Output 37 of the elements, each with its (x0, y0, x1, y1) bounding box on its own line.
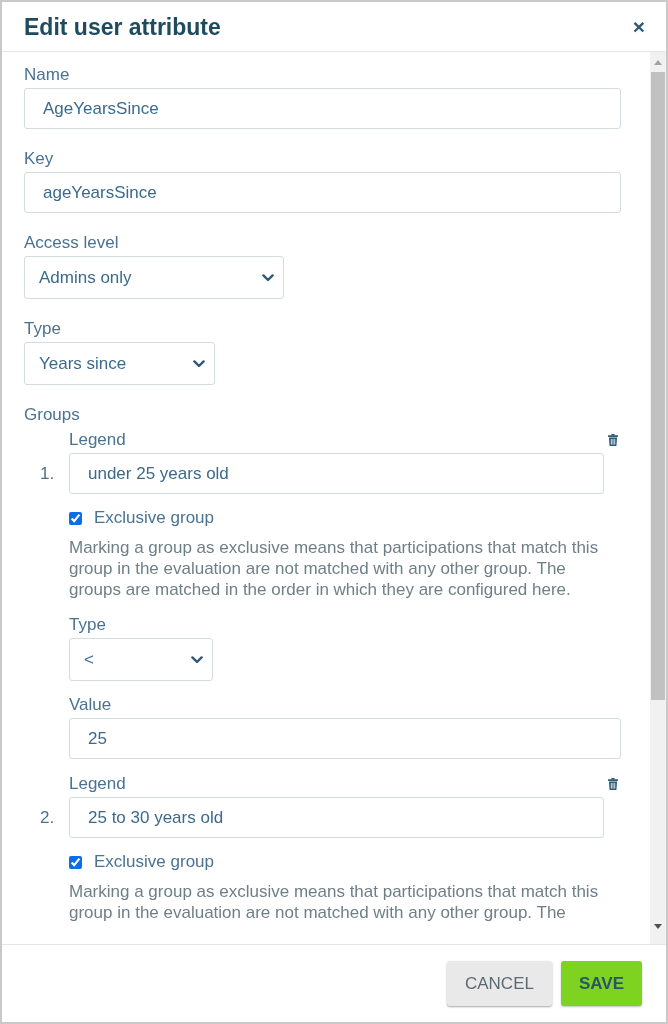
text-field[interactable]: 25 (69, 718, 621, 759)
checkbox-label: Exclusive group (94, 508, 214, 528)
scrollbar-thumb[interactable] (651, 72, 665, 700)
chevron-down-icon (193, 359, 205, 368)
close-button[interactable]: × (627, 14, 650, 39)
field-label: Type (69, 615, 107, 635)
cancel-button[interactable]: CANCEL (446, 961, 552, 1006)
chevron-down-icon (262, 273, 274, 282)
list-number: 1. (40, 463, 55, 484)
text-field[interactable]: under 25 years old (69, 453, 604, 494)
text-field[interactable]: ageYearsSince (24, 172, 621, 213)
scroll-down-icon[interactable] (654, 924, 662, 929)
list-number: 2. (40, 807, 55, 828)
help-text: Marking a group as exclusive means that participations that match this group in the evaluation are not matched with any other group. The groups are matched in the order in which they are configured here. (69, 537, 600, 600)
field-label: Legend (69, 430, 126, 450)
field-label: Type (24, 319, 62, 339)
text-field[interactable]: AgeYearsSince (24, 88, 621, 129)
checkbox[interactable] (69, 855, 82, 869)
field-label: Access level (24, 233, 120, 253)
dropdown[interactable]: < (69, 638, 213, 681)
section-label: Groups (24, 405, 81, 425)
field-label: Legend (69, 774, 126, 794)
field-label: Key (24, 149, 55, 169)
checkbox-label: Exclusive group (94, 852, 214, 872)
checkbox[interactable] (69, 511, 82, 525)
dropdown[interactable]: Years since (24, 342, 215, 385)
trash-icon[interactable] (608, 778, 618, 790)
field-label: Name (24, 65, 71, 85)
text-field[interactable]: 25 to 30 years old (69, 797, 604, 838)
dialog-title: Edit user attribute (24, 12, 221, 41)
help-text: Marking a group as exclusive means that participations that match this group in the evaluation are not matched with any other group. The (69, 881, 600, 923)
dropdown[interactable]: Admins only (24, 256, 284, 299)
save-button[interactable]: SAVE (560, 961, 642, 1006)
scrollbar[interactable] (650, 52, 666, 944)
chevron-down-icon (191, 655, 203, 664)
trash-icon[interactable] (608, 434, 618, 446)
field-label: Value (69, 695, 113, 715)
